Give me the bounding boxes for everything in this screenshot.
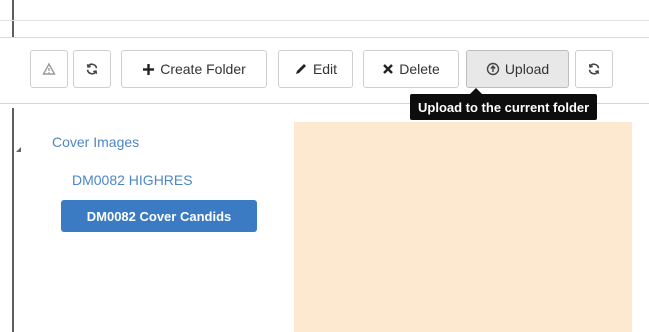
tree-node-label: Cover Images — [52, 134, 140, 150]
tree-node-dm0082-highres[interactable]: DM0082 HIGHRES — [72, 172, 193, 188]
upload-button[interactable]: Upload — [466, 50, 569, 88]
right-edge — [632, 122, 649, 332]
tooltip-text: Upload to the current folder — [418, 99, 590, 115]
upload-tooltip: Upload to the current folder — [410, 88, 598, 120]
edit-button[interactable]: Edit — [278, 50, 353, 88]
collapse-triangle-icon[interactable] — [15, 141, 23, 152]
tree-node-cover-images[interactable]: Cover Images — [52, 134, 139, 150]
x-icon — [382, 63, 394, 75]
top-divider — [0, 20, 649, 21]
refresh-button-2[interactable] — [575, 50, 613, 88]
warning-button[interactable] — [30, 50, 68, 88]
delete-button[interactable]: Delete — [363, 50, 459, 88]
tree-node-label: DM0082 HIGHRES — [72, 172, 193, 188]
edit-label: Edit — [312, 61, 338, 77]
refresh-icon — [85, 62, 99, 76]
tree-node-dm0082-cover-candids[interactable]: DM0082 Cover Candids — [61, 200, 257, 232]
upload-label: Upload — [504, 61, 550, 77]
upload-icon — [486, 62, 500, 76]
pencil-icon — [294, 62, 308, 76]
delete-label: Delete — [399, 61, 440, 77]
refresh-icon — [587, 62, 601, 76]
refresh-button[interactable] — [73, 50, 111, 88]
plus-icon — [142, 63, 155, 76]
create-folder-label: Create Folder — [160, 61, 246, 77]
create-folder-button[interactable]: Create Folder — [121, 50, 267, 88]
warning-icon — [42, 62, 56, 76]
tree-node-label: DM0082 Cover Candids — [86, 208, 232, 224]
file-content-pane[interactable] — [294, 122, 634, 332]
